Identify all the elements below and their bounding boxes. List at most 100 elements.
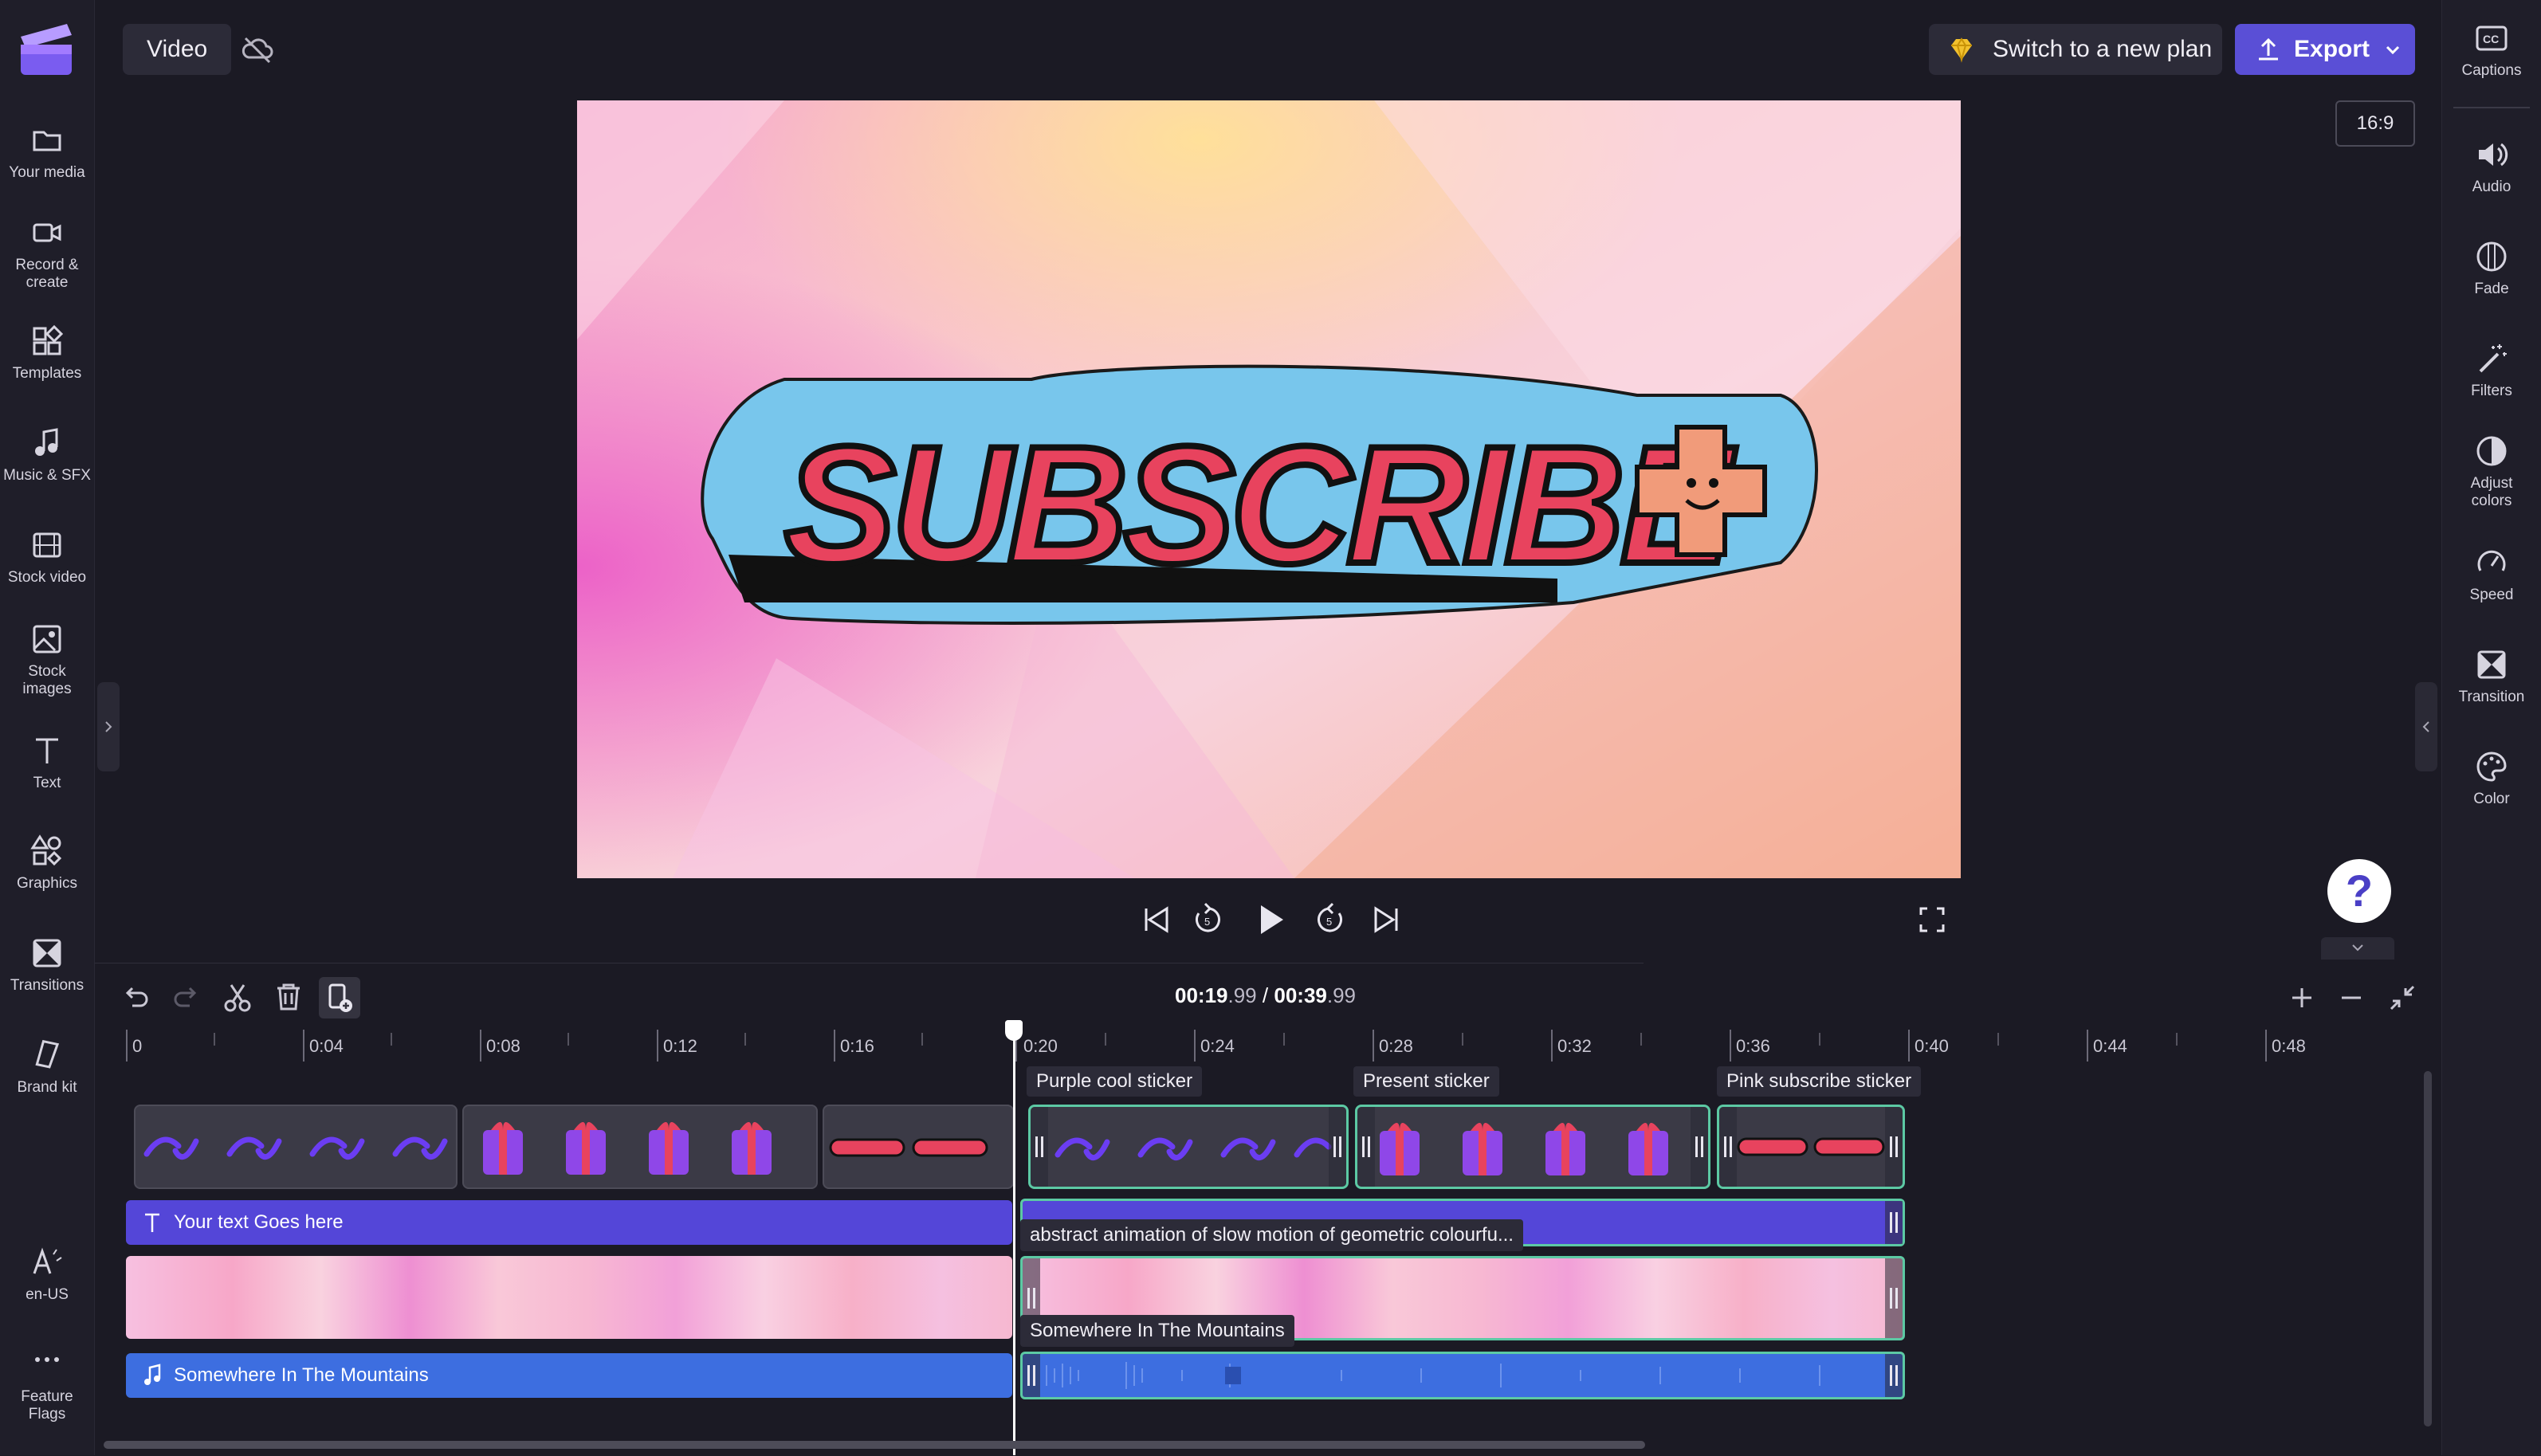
redo-icon	[174, 987, 197, 1007]
brand-kit-icon	[29, 1038, 65, 1073]
ruler-label: 0:40	[1915, 1036, 1949, 1056]
right-nav-captions[interactable]: CC Captions	[2442, 21, 2541, 80]
text-clip[interactable]: Your text Goes here	[126, 1200, 1012, 1245]
forward-5-button[interactable]: 5	[1309, 899, 1350, 940]
music-note-icon	[29, 426, 65, 461]
cloud-off-icon[interactable]	[239, 32, 276, 69]
split-button[interactable]	[217, 977, 258, 1018]
right-nav-filters[interactable]: Filters	[2442, 341, 2541, 400]
timeline-vertical-scrollbar[interactable]	[2424, 1071, 2432, 1427]
add-to-timeline-button[interactable]	[319, 977, 360, 1018]
shapes-icon	[29, 834, 65, 869]
speaker-icon	[2474, 137, 2509, 172]
redo-button[interactable]	[166, 977, 207, 1018]
left-panel-expand-button[interactable]	[97, 682, 120, 771]
nav-text[interactable]: Text	[0, 733, 94, 792]
nav-brand-kit[interactable]: Brand kit	[0, 1038, 94, 1097]
fullscreen-button[interactable]	[1911, 899, 1953, 940]
help-button[interactable]: ?	[2327, 859, 2391, 923]
project-title-tab[interactable]: Video	[123, 24, 232, 75]
fit-timeline-button[interactable]	[2382, 977, 2423, 1018]
right-nav-color[interactable]: Color	[2442, 749, 2541, 808]
right-nav-fade[interactable]: Fade	[2442, 239, 2541, 298]
delete-button[interactable]	[268, 977, 309, 1018]
clip-label-present-sticker: Present sticker	[1353, 1066, 1499, 1097]
trim-handle-right[interactable]	[1885, 1201, 1903, 1244]
undo-button[interactable]	[115, 977, 156, 1018]
trim-handle-right[interactable]	[1691, 1107, 1708, 1187]
more-icon	[29, 1347, 65, 1382]
aspect-ratio-button[interactable]: 16:9	[2335, 100, 2415, 147]
right-nav-speed[interactable]: Speed	[2442, 545, 2541, 604]
pink-subscribe-sticker-clip-left[interactable]	[823, 1105, 1014, 1189]
purple-cool-sticker-clip[interactable]	[134, 1105, 458, 1189]
right-panel-collapse-button[interactable]	[2415, 682, 2437, 771]
background-video-clip[interactable]	[126, 1256, 1012, 1339]
nav-graphics[interactable]: Graphics	[0, 834, 94, 893]
right-nav-adjust-colors[interactable]: Adjust colors	[2442, 434, 2541, 510]
fade-icon	[2474, 239, 2509, 274]
right-sidebar-divider	[2453, 107, 2530, 108]
collapse-preview-button[interactable]	[2321, 937, 2394, 960]
switch-plan-button[interactable]: Switch to a new plan	[1929, 24, 2222, 75]
right-nav-audio[interactable]: Audio	[2442, 137, 2541, 196]
rewind-5-button[interactable]: 5	[1188, 899, 1229, 940]
audio-clip[interactable]: Somewhere In The Mountains	[126, 1353, 1012, 1398]
nav-music-sfx[interactable]: Music & SFX	[0, 426, 94, 485]
left-sidebar: Your media Record & create Templates Mus…	[0, 0, 95, 1455]
pink-subscribe-sticker-clip-selected[interactable]	[1717, 1105, 1905, 1189]
clip-label-audio: Somewhere In The Mountains	[1020, 1315, 1294, 1347]
zoom-in-button[interactable]	[2281, 977, 2323, 1018]
nav-language[interactable]: en-US	[0, 1245, 94, 1304]
trim-handle-left[interactable]	[1719, 1107, 1737, 1187]
diamond-icon	[1948, 36, 1975, 63]
trim-handle-left[interactable]	[1031, 1107, 1048, 1187]
timeline-horizontal-scrollbar[interactable]	[104, 1441, 1645, 1449]
plus-icon	[2292, 988, 2311, 1007]
nav-your-media[interactable]: Your media	[0, 123, 94, 182]
templates-icon	[29, 324, 65, 359]
trim-handle-left[interactable]	[1023, 1354, 1040, 1397]
text-clip-label: Your text Goes here	[174, 1211, 344, 1233]
svg-text:CC: CC	[2483, 33, 2499, 45]
nav-feature-flags[interactable]: Feature Flags	[0, 1347, 94, 1423]
zoom-out-button[interactable]	[2331, 977, 2372, 1018]
ruler-label: 0:48	[2272, 1036, 2306, 1056]
trim-handle-right[interactable]	[1885, 1258, 1903, 1338]
skip-to-start-button[interactable]	[1135, 899, 1176, 940]
text-track-icon	[140, 1200, 164, 1245]
skip-to-end-button[interactable]	[1366, 899, 1408, 940]
folder-icon	[29, 123, 65, 158]
nav-record-create[interactable]: Record & create	[0, 215, 94, 292]
magic-wand-icon	[2474, 341, 2509, 376]
nav-stock-video[interactable]: Stock video	[0, 528, 94, 587]
purple-cool-sticker-clip-selected[interactable]	[1028, 1105, 1349, 1189]
clip-label-pink-sticker: Pink subscribe sticker	[1717, 1066, 1922, 1097]
playhead[interactable]	[1013, 1022, 1015, 1455]
image-icon	[29, 622, 65, 657]
present-sticker-clip-selected[interactable]	[1355, 1105, 1710, 1189]
upload-icon	[2254, 35, 2283, 64]
export-button[interactable]: Export	[2235, 24, 2415, 75]
playhead-handle[interactable]	[1005, 1020, 1023, 1041]
trim-handle-right[interactable]	[1885, 1354, 1903, 1397]
undo-icon	[125, 987, 148, 1007]
rewind-5-icon: 5	[1196, 902, 1220, 932]
trim-handle-right[interactable]	[1329, 1107, 1346, 1187]
nav-stock-images[interactable]: Stock images	[0, 622, 94, 698]
nav-transitions[interactable]: Transitions	[0, 936, 94, 995]
present-sticker-clip[interactable]	[462, 1105, 818, 1189]
timecode: 00:19.99 / 00:39.99	[1175, 983, 1357, 1007]
nav-templates[interactable]: Templates	[0, 324, 94, 383]
film-icon	[29, 528, 65, 563]
chevron-left-icon	[2422, 721, 2429, 732]
ruler-label: 0:12	[663, 1036, 697, 1056]
play-button[interactable]	[1250, 899, 1291, 940]
skip-back-icon	[1145, 906, 1168, 933]
trim-handle-left[interactable]	[1357, 1107, 1375, 1187]
audio-clip-selected[interactable]	[1020, 1352, 1905, 1399]
right-nav-transition[interactable]: Transition	[2442, 647, 2541, 706]
right-sidebar: CC Captions Audio Fade Filters Adjust co…	[2441, 0, 2541, 1455]
video-preview[interactable]: SUBSCRIBE	[577, 100, 1961, 878]
trim-handle-right[interactable]	[1885, 1107, 1903, 1187]
